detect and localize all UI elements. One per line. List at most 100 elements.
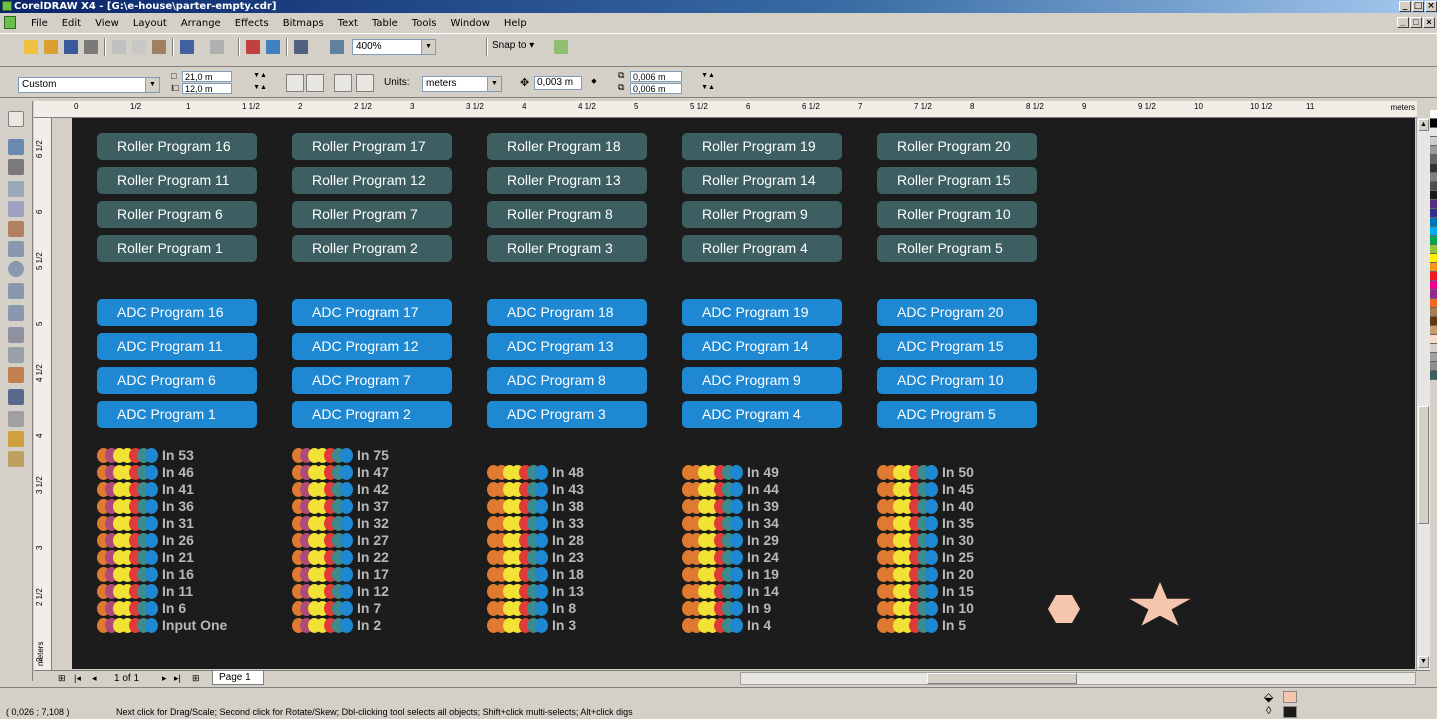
vertical-ruler[interactable]: 6 1/2 6 5 1/2 5 4 1/2 4 3 1/2 3 2 1/2 2 meters xyxy=(34,118,52,670)
input-indicator-row[interactable]: In 27 xyxy=(292,533,389,548)
page-width-field[interactable]: 21,0 m xyxy=(182,71,232,82)
chevron-down-icon[interactable]: ▼ xyxy=(145,78,159,92)
application-launcher-icon[interactable] xyxy=(294,40,308,54)
hexagon-shape[interactable] xyxy=(1048,595,1080,623)
open-icon[interactable] xyxy=(44,40,58,54)
vertical-scrollbar[interactable]: ▲ ▼ xyxy=(1416,118,1430,670)
text-tool-icon[interactable] xyxy=(8,327,24,343)
palette-swatch[interactable] xyxy=(1430,299,1437,308)
input-indicator-row[interactable]: In 11 xyxy=(97,584,193,599)
drawing-canvas[interactable]: Roller Program 16 Roller Program 17 Roller… xyxy=(72,118,1415,669)
doc-close-button[interactable]: × xyxy=(1423,17,1435,28)
input-indicator-row[interactable]: In 33 xyxy=(487,516,584,531)
adc-program-button[interactable]: ADC Program 3 xyxy=(487,401,647,428)
input-indicator-row[interactable]: In 19 xyxy=(682,567,779,582)
adc-program-button[interactable]: ADC Program 7 xyxy=(292,367,452,394)
doc-minimize-button[interactable]: _ xyxy=(1397,17,1409,28)
adc-program-button[interactable]: ADC Program 9 xyxy=(682,367,842,394)
input-indicator-row[interactable]: In 21 xyxy=(97,550,194,565)
menu-bitmaps[interactable]: Bitmaps xyxy=(276,18,331,29)
roller-program-button[interactable]: Roller Program 5 xyxy=(877,235,1037,262)
palette-swatch[interactable] xyxy=(1430,362,1437,371)
roller-program-button[interactable]: Roller Program 8 xyxy=(487,201,647,228)
paper-size-combo[interactable]: Custom ▼ xyxy=(18,77,160,93)
roller-program-button[interactable]: Roller Program 14 xyxy=(682,167,842,194)
current-page-button[interactable] xyxy=(356,74,374,92)
input-indicator-row[interactable]: In 31 xyxy=(97,516,194,531)
input-indicator-row[interactable]: In 12 xyxy=(292,584,389,599)
input-indicator-row[interactable]: In 13 xyxy=(487,584,584,599)
roller-program-button[interactable]: Roller Program 17 xyxy=(292,133,452,160)
roller-program-button[interactable]: Roller Program 4 xyxy=(682,235,842,262)
roller-program-button[interactable]: Roller Program 3 xyxy=(487,235,647,262)
basic-shapes-tool-icon[interactable] xyxy=(8,305,24,321)
save-icon[interactable] xyxy=(64,40,78,54)
options-icon[interactable] xyxy=(554,40,568,54)
roller-program-button[interactable]: Roller Program 16 xyxy=(97,133,257,160)
menu-tools[interactable]: Tools xyxy=(405,18,444,29)
scroll-up-button[interactable]: ▲ xyxy=(1418,119,1429,131)
input-indicator-row[interactable]: In 26 xyxy=(97,533,194,548)
adc-program-button[interactable]: ADC Program 13 xyxy=(487,333,647,360)
roller-program-button[interactable]: Roller Program 15 xyxy=(877,167,1037,194)
restore-button[interactable]: □ xyxy=(1412,1,1424,12)
input-indicator-row[interactable]: In 14 xyxy=(682,584,779,599)
input-indicator-row[interactable]: In 24 xyxy=(682,550,779,565)
palette-swatch[interactable] xyxy=(1430,173,1437,182)
palette-swatch[interactable] xyxy=(1430,209,1437,218)
input-indicator-row[interactable]: In 16 xyxy=(97,567,194,582)
nudge-field[interactable]: 0,003 m xyxy=(534,76,582,90)
fill-color-swatch[interactable] xyxy=(1283,691,1297,703)
input-indicator-row[interactable]: In 34 xyxy=(682,516,779,531)
document-icon[interactable] xyxy=(4,16,16,29)
input-indicator-row[interactable]: In 39 xyxy=(682,499,779,514)
palette-swatch[interactable] xyxy=(1430,110,1437,119)
zoom-tool-icon[interactable] xyxy=(8,181,24,197)
input-indicator-row[interactable]: In 7 xyxy=(292,601,381,616)
outline-color-swatch[interactable] xyxy=(1283,706,1297,718)
palette-swatch[interactable] xyxy=(1430,281,1437,290)
palette-swatch[interactable] xyxy=(1430,317,1437,326)
add-page-icon[interactable]: ⊞ xyxy=(58,673,66,684)
cut-icon[interactable] xyxy=(112,40,126,54)
input-indicator-row[interactable]: In 2 xyxy=(292,618,381,633)
roller-program-button[interactable]: Roller Program 20 xyxy=(877,133,1037,160)
input-indicator-row[interactable]: In 45 xyxy=(877,482,974,497)
adc-program-button[interactable]: ADC Program 8 xyxy=(487,367,647,394)
minimize-button[interactable]: _ xyxy=(1399,1,1411,12)
palette-swatch[interactable] xyxy=(1430,308,1437,317)
menu-view[interactable]: View xyxy=(88,18,126,29)
all-pages-button[interactable] xyxy=(334,74,352,92)
menu-edit[interactable]: Edit xyxy=(55,18,88,29)
adc-program-button[interactable]: ADC Program 17 xyxy=(292,299,452,326)
copy-icon[interactable] xyxy=(132,40,146,54)
horizontal-ruler[interactable]: meters 0 1/2 1 1 1/2 2 2 1/2 3 3 1/2 4 4 1/2 5 5 1/… xyxy=(34,101,1417,118)
interactive-fill-tool-icon[interactable] xyxy=(8,451,24,467)
interactive-effects-tool-icon[interactable] xyxy=(8,367,24,383)
input-indicator-row[interactable]: In 9 xyxy=(682,601,771,616)
ellipse-tool-icon[interactable] xyxy=(8,261,24,277)
snap-to-menu[interactable]: Snap to ▾ xyxy=(492,40,534,51)
menu-help[interactable]: Help xyxy=(497,18,534,29)
input-indicator-row[interactable]: In 30 xyxy=(877,533,974,548)
paste-icon[interactable] xyxy=(152,40,166,54)
palette-swatch[interactable] xyxy=(1430,146,1437,155)
units-combo[interactable]: meters ▼ xyxy=(422,76,502,92)
palette-swatch[interactable] xyxy=(1430,119,1437,128)
roller-program-button[interactable]: Roller Program 18 xyxy=(487,133,647,160)
input-indicator-row[interactable]: In 32 xyxy=(292,516,389,531)
input-indicator-row[interactable]: In 47 xyxy=(292,465,389,480)
pick-tool-icon[interactable] xyxy=(8,111,24,127)
smart-fill-tool-icon[interactable] xyxy=(8,221,24,237)
palette-swatch[interactable] xyxy=(1430,191,1437,200)
adc-program-button[interactable]: ADC Program 10 xyxy=(877,367,1037,394)
input-indicator-row[interactable]: In 48 xyxy=(487,465,584,480)
palette-swatch[interactable] xyxy=(1430,182,1437,191)
palette-swatch[interactable] xyxy=(1430,245,1437,254)
height-spinner[interactable]: ▼▲ xyxy=(250,83,270,94)
adc-program-button[interactable]: ADC Program 18 xyxy=(487,299,647,326)
roller-program-button[interactable]: Roller Program 7 xyxy=(292,201,452,228)
next-page-icon[interactable]: ▸ xyxy=(162,673,167,684)
adc-program-button[interactable]: ADC Program 1 xyxy=(97,401,257,428)
adc-program-button[interactable]: ADC Program 4 xyxy=(682,401,842,428)
